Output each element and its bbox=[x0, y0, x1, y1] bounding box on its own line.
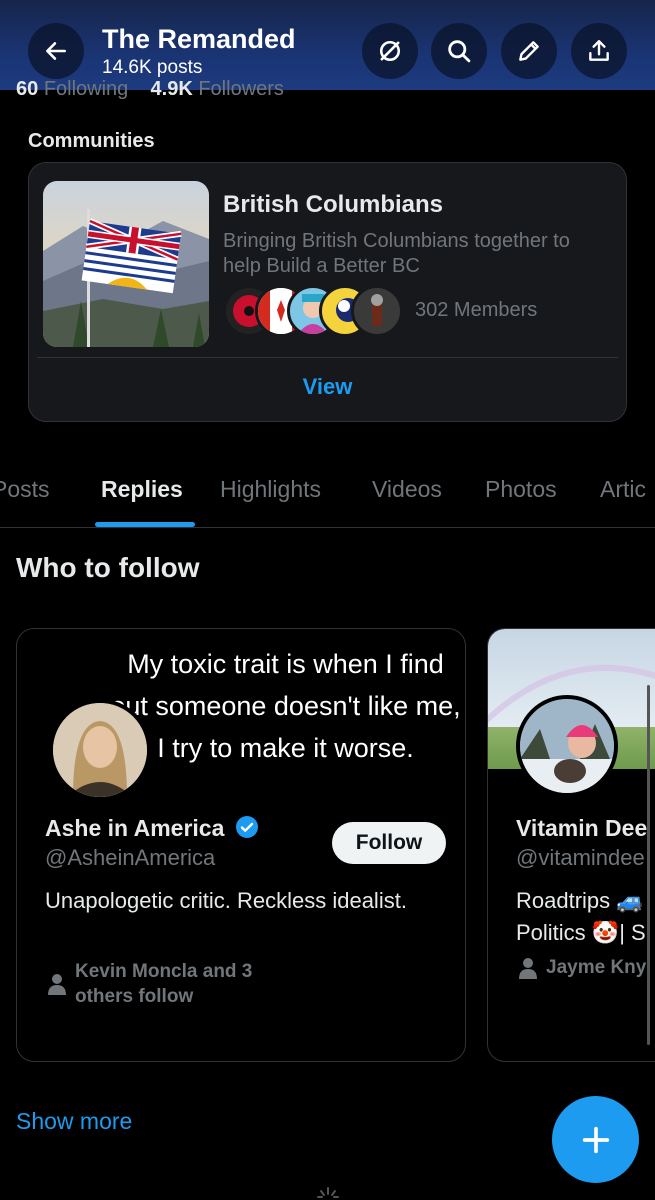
share-icon bbox=[589, 40, 609, 61]
view-community-button[interactable]: View bbox=[29, 374, 626, 400]
user-bio-line: Roadtrips 🚙 bbox=[516, 888, 644, 913]
followed-by: Jayme Kny bbox=[546, 957, 647, 978]
user-bio-line: Politics 🤡| S bbox=[516, 920, 646, 945]
user-name[interactable]: Ashe in America bbox=[45, 815, 259, 842]
member-avatars bbox=[223, 285, 403, 337]
user-name-text: Ashe in America bbox=[45, 815, 225, 841]
tab-highlights[interactable]: Highlights bbox=[220, 476, 321, 503]
user-name[interactable]: Vitamin Dee bbox=[516, 815, 647, 842]
community-members: 302 Members bbox=[415, 299, 538, 321]
user-bio: Roadtrips 🚙 Politics 🤡| S bbox=[516, 885, 646, 949]
tab-replies[interactable]: Replies bbox=[101, 476, 183, 503]
following-count: 60 bbox=[16, 78, 39, 100]
profile-name: The Remanded bbox=[102, 24, 296, 54]
person-icon bbox=[47, 973, 67, 1000]
community-image bbox=[43, 181, 209, 347]
show-more-link[interactable]: Show more bbox=[16, 1108, 132, 1135]
community-name[interactable]: British Columbians bbox=[223, 191, 443, 219]
avatar bbox=[351, 285, 403, 337]
user-bio: Unapologetic critic. Reckless idealist. bbox=[45, 888, 407, 913]
search-icon bbox=[448, 40, 471, 63]
share-button[interactable] bbox=[571, 23, 627, 79]
user-handle: @vitamindee bbox=[516, 845, 645, 870]
user-handle: @AsheinAmerica bbox=[45, 845, 216, 870]
tab-articles[interactable]: Artic bbox=[600, 476, 646, 503]
grok-button[interactable] bbox=[362, 23, 418, 79]
compose-button[interactable] bbox=[552, 1096, 639, 1183]
avatar[interactable] bbox=[49, 699, 151, 801]
divider bbox=[37, 357, 618, 358]
grok-icon bbox=[379, 40, 401, 62]
following-label: Following bbox=[43, 78, 129, 100]
followed-by: Kevin Moncla and 3 others follow bbox=[75, 961, 253, 1007]
who-to-follow-heading: Who to follow bbox=[16, 552, 200, 583]
community-description: Bringing British Columbians together to … bbox=[223, 230, 570, 277]
followers-label: Followers bbox=[198, 78, 284, 100]
active-tab-indicator bbox=[95, 522, 195, 527]
arrow-left-icon bbox=[46, 42, 66, 60]
follow-button[interactable]: Follow bbox=[332, 822, 446, 864]
profile-tabs: Posts Replies Highlights Videos Photos A… bbox=[0, 470, 655, 528]
verified-badge-icon bbox=[235, 816, 258, 838]
avatar[interactable] bbox=[516, 695, 618, 797]
edit-button[interactable] bbox=[501, 23, 557, 79]
pencil-icon bbox=[519, 41, 539, 61]
person-icon bbox=[518, 957, 538, 984]
followers-count: 4.9K bbox=[150, 78, 193, 100]
profile-header: The Remanded 14.6K posts bbox=[0, 0, 655, 90]
tab-posts[interactable]: Posts bbox=[0, 476, 50, 503]
follow-suggestion-card[interactable]: My toxic trait is when I find out someon… bbox=[16, 628, 466, 1062]
back-button[interactable] bbox=[28, 23, 84, 79]
follow-suggestion-card[interactable]: Vitamin Dee @vitamindee Roadtrips 🚙 Poli… bbox=[487, 628, 655, 1062]
tab-videos[interactable]: Videos bbox=[372, 476, 442, 503]
search-button[interactable] bbox=[431, 23, 487, 79]
posts-count: 14.6K posts bbox=[102, 57, 203, 78]
tab-photos[interactable]: Photos bbox=[485, 476, 557, 503]
plus-icon bbox=[582, 1126, 609, 1153]
loading-spinner-icon bbox=[316, 1182, 340, 1200]
communities-heading: Communities bbox=[28, 130, 155, 152]
follow-stats[interactable]: 60 Following 4.9K Followers bbox=[16, 78, 284, 100]
scrollbar[interactable] bbox=[647, 685, 650, 1045]
community-card[interactable]: British Columbians Bringing British Colu… bbox=[28, 162, 627, 422]
